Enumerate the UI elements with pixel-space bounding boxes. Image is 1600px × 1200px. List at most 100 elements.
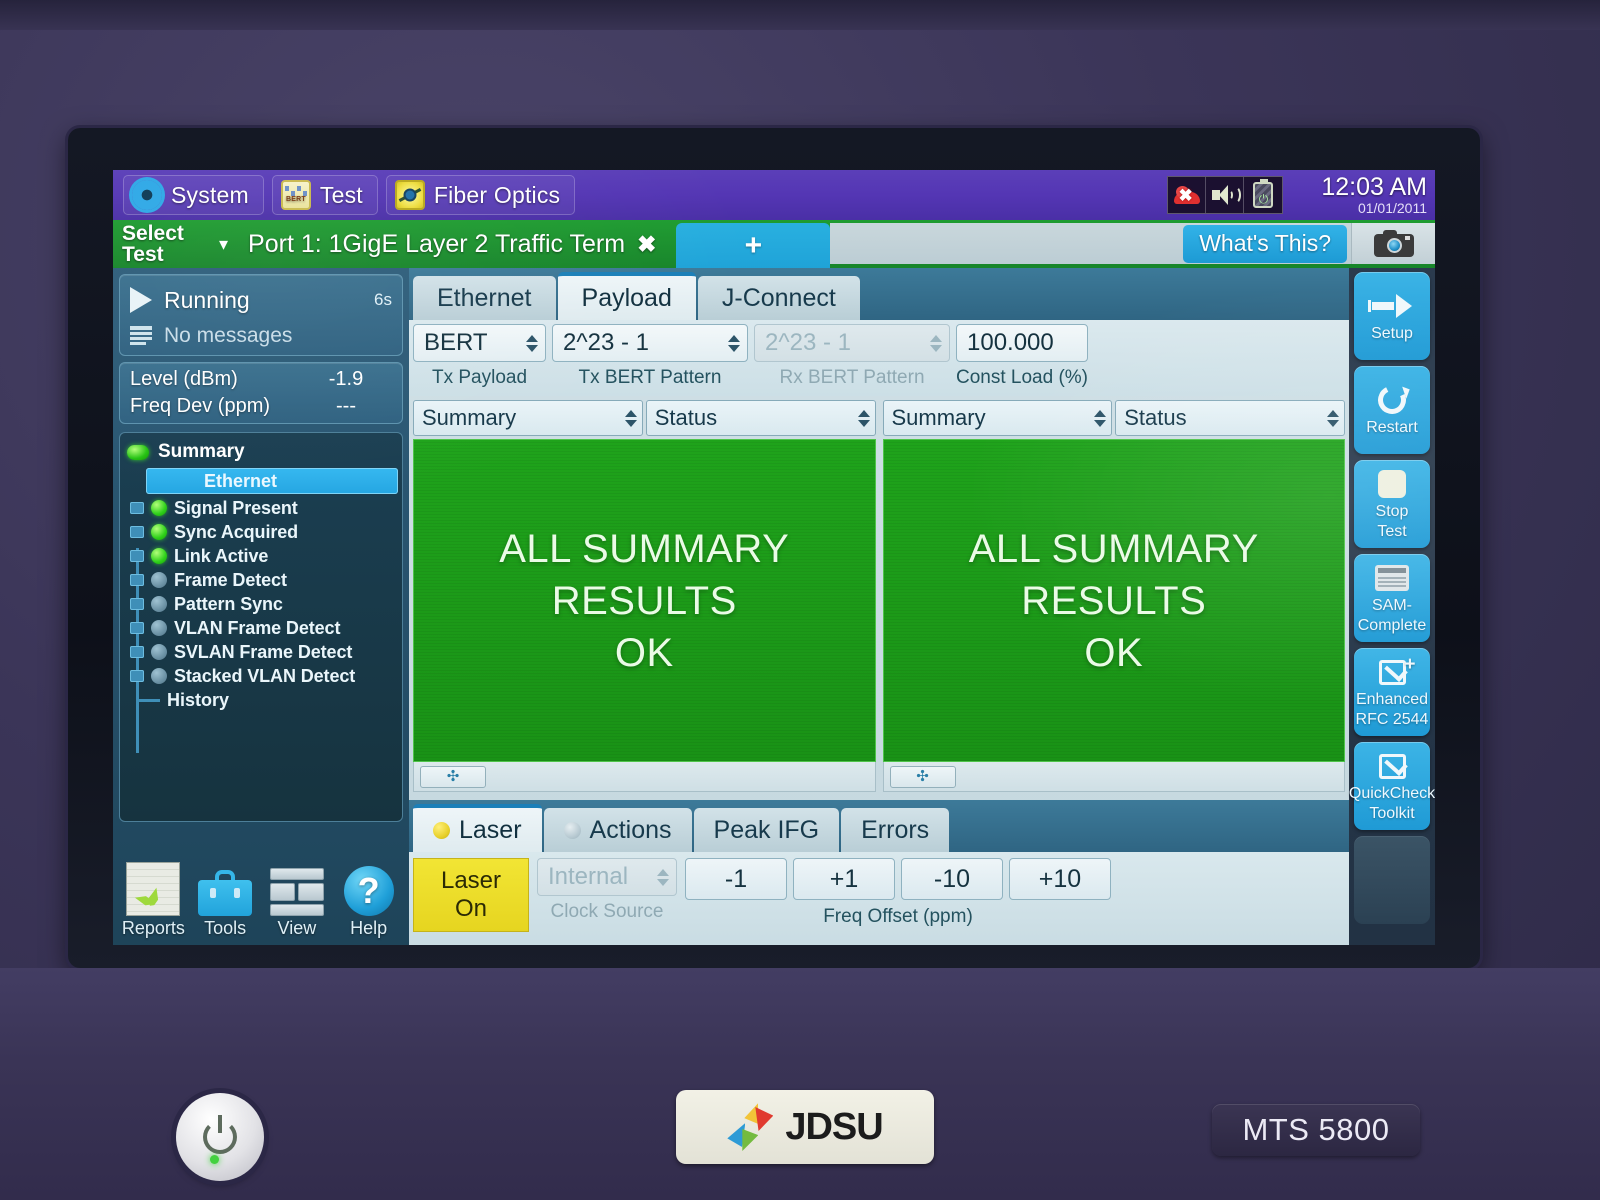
result-left-category-select[interactable]: Summary xyxy=(413,400,643,436)
enhanced-rfc2544-button[interactable]: + Enhanced RFC 2544 xyxy=(1354,648,1430,736)
restart-button-label: Restart xyxy=(1366,419,1418,436)
reports-button[interactable]: Reports xyxy=(119,851,188,939)
menu-button-fiber-optics[interactable]: Fiber Optics xyxy=(385,175,576,215)
menu-label-test: Test xyxy=(319,181,363,208)
tx-bert-pattern-select[interactable]: 2^23 - 1 xyxy=(552,324,748,362)
tree-item-frame-detect[interactable]: Frame Detect xyxy=(124,568,398,592)
clock: 12:03 AM 01/01/2011 xyxy=(1321,174,1427,216)
result-left-status-panel[interactable]: ALL SUMMARY RESULTS OK xyxy=(413,439,876,762)
tab-actions[interactable]: Actions xyxy=(543,808,692,852)
tab-payload[interactable]: Payload xyxy=(557,272,696,320)
power-button[interactable] xyxy=(176,1093,264,1181)
sam-window-icon xyxy=(1375,561,1409,595)
battery-charging-icon[interactable]: ⏻ xyxy=(1244,177,1282,213)
status-tray: ✖ ⏻ xyxy=(1167,176,1283,214)
tree-item-sync-acquired[interactable]: Sync Acquired xyxy=(124,520,398,544)
result-right-category-select[interactable]: Summary xyxy=(882,400,1113,436)
tab-laser-label: Laser xyxy=(459,815,522,844)
brand-name: JDSU xyxy=(785,1105,883,1148)
results-row: Summary Status ALL SUMMARY RESULTS OK ✣ … xyxy=(409,396,1349,796)
freq-offset-plus-1-button[interactable]: +1 xyxy=(793,858,895,900)
result-left-footer: ✣ xyxy=(413,762,876,792)
spinner-icon[interactable] xyxy=(857,405,871,431)
tree-label-summary: Summary xyxy=(158,441,245,462)
tree-item-summary[interactable]: Summary xyxy=(124,439,398,465)
screenshot-button[interactable] xyxy=(1351,223,1435,264)
fiber-optics-icon xyxy=(394,180,425,210)
messages-row[interactable]: No messages xyxy=(130,319,392,353)
setup-button[interactable]: Setup xyxy=(1354,272,1430,360)
tab-j-connect[interactable]: J-Connect xyxy=(697,276,860,320)
result-right-footer: ✣ xyxy=(882,762,1345,792)
tab-port-1[interactable]: Port 1: 1GigE Layer 2 Traffic Term ✖ xyxy=(234,220,670,268)
tree-item-pattern-sync[interactable]: Pattern Sync xyxy=(124,592,398,616)
tree-item-link-active[interactable]: Link Active xyxy=(124,544,398,568)
freq-offset-minus-1-button[interactable]: -1 xyxy=(685,858,787,900)
freq-offset-minus-10-button[interactable]: -10 xyxy=(901,858,1003,900)
tools-button[interactable]: Tools xyxy=(191,851,260,939)
tab-ethernet[interactable]: Ethernet xyxy=(413,276,556,320)
empty-action-slot[interactable] xyxy=(1354,836,1430,924)
help-button[interactable]: ? Help xyxy=(334,851,403,939)
metric-key-level: Level (dBm) xyxy=(130,368,238,390)
menu-button-system[interactable]: System xyxy=(123,175,264,215)
move-handle-icon[interactable]: ✣ xyxy=(889,765,956,788)
tree-item-history[interactable]: History xyxy=(124,688,398,712)
result-right-view-select[interactable]: Status xyxy=(1115,400,1345,436)
tree-item-signal-present[interactable]: Signal Present xyxy=(124,496,398,520)
const-load-value: 100.000 xyxy=(967,329,1054,356)
tree-item-ethernet[interactable]: Ethernet xyxy=(146,468,398,494)
rx-bert-pattern-value: 2^23 - 1 xyxy=(765,329,851,356)
quickcheck-label-2: Toolkit xyxy=(1369,805,1415,822)
view-button[interactable]: View xyxy=(263,851,332,939)
sam-complete-button[interactable]: SAM- Complete xyxy=(1354,554,1430,642)
whats-this-button[interactable]: What's This? xyxy=(1183,224,1347,263)
chevron-down-icon[interactable]: ▾ xyxy=(213,220,234,268)
tree-item-svlan-frame-detect[interactable]: SVLAN Frame Detect xyxy=(124,640,398,664)
led-on-icon xyxy=(151,548,167,564)
test-tab-bar: Select Test ▾ Port 1: 1GigE Layer 2 Traf… xyxy=(113,220,1435,268)
led-off-icon xyxy=(151,596,167,612)
stop-square-icon xyxy=(1378,467,1406,501)
chassis-top-edge xyxy=(0,0,1600,30)
quickcheck-label-1: QuickCheck xyxy=(1348,785,1435,802)
freq-offset-plus-10-button[interactable]: +10 xyxy=(1009,858,1111,900)
spinner-icon[interactable] xyxy=(1326,405,1340,431)
tree-item-stacked-vlan-detect[interactable]: Stacked VLAN Detect xyxy=(124,664,398,688)
tab-peak-ifg[interactable]: Peak IFG xyxy=(693,808,840,852)
jdsu-logo-icon xyxy=(727,1103,774,1151)
tab-errors[interactable]: Errors xyxy=(841,808,950,852)
bottom-tab-strip: Laser Actions Peak IFG Errors xyxy=(409,800,1349,852)
tree-node-icon xyxy=(130,622,144,634)
tree-label: Pattern Sync xyxy=(174,593,283,614)
stop-test-button[interactable]: Stop Test xyxy=(1354,460,1430,548)
spinner-icon[interactable] xyxy=(1093,405,1107,431)
move-handle-icon[interactable]: ✣ xyxy=(420,765,486,788)
enhanced-rfc2544-label-2: RFC 2544 xyxy=(1355,711,1429,728)
select-test-button[interactable]: Select Test xyxy=(113,220,213,268)
result-right-view-value: Status xyxy=(1124,405,1187,430)
tx-payload-select[interactable]: BERT xyxy=(413,324,546,362)
rx-bert-pattern-select: 2^23 - 1 xyxy=(754,324,950,362)
result-left-view-select[interactable]: Status xyxy=(645,400,876,436)
speaker-icon[interactable] xyxy=(1206,177,1244,213)
tree-label: Sync Acquired xyxy=(174,521,299,542)
menu-button-test[interactable]: BERT Test xyxy=(271,175,378,215)
const-load-input[interactable]: 100.000 xyxy=(956,324,1088,362)
restart-button[interactable]: Restart xyxy=(1354,366,1430,454)
close-icon[interactable]: ✖ xyxy=(637,231,656,258)
tree-item-vlan-frame-detect[interactable]: VLAN Frame Detect xyxy=(124,616,398,640)
spinner-icon[interactable] xyxy=(525,330,539,356)
quickcheck-toolkit-button[interactable]: QuickCheck Toolkit xyxy=(1349,742,1435,830)
status-led-icon xyxy=(127,444,149,460)
tab-laser[interactable]: Laser xyxy=(413,804,542,852)
add-tab-button[interactable]: + xyxy=(676,223,831,268)
left-tool-bar: Reports Tools View ? Help xyxy=(119,851,403,939)
spinner-icon[interactable] xyxy=(624,405,638,431)
no-network-icon[interactable]: ✖ xyxy=(1168,177,1206,213)
laser-on-button[interactable]: Laser On xyxy=(413,858,529,932)
spinner-icon[interactable] xyxy=(727,330,741,356)
tree-node-icon xyxy=(130,550,144,562)
led-off-icon xyxy=(151,620,167,636)
result-right-status-panel[interactable]: ALL SUMMARY RESULTS OK xyxy=(882,439,1345,762)
